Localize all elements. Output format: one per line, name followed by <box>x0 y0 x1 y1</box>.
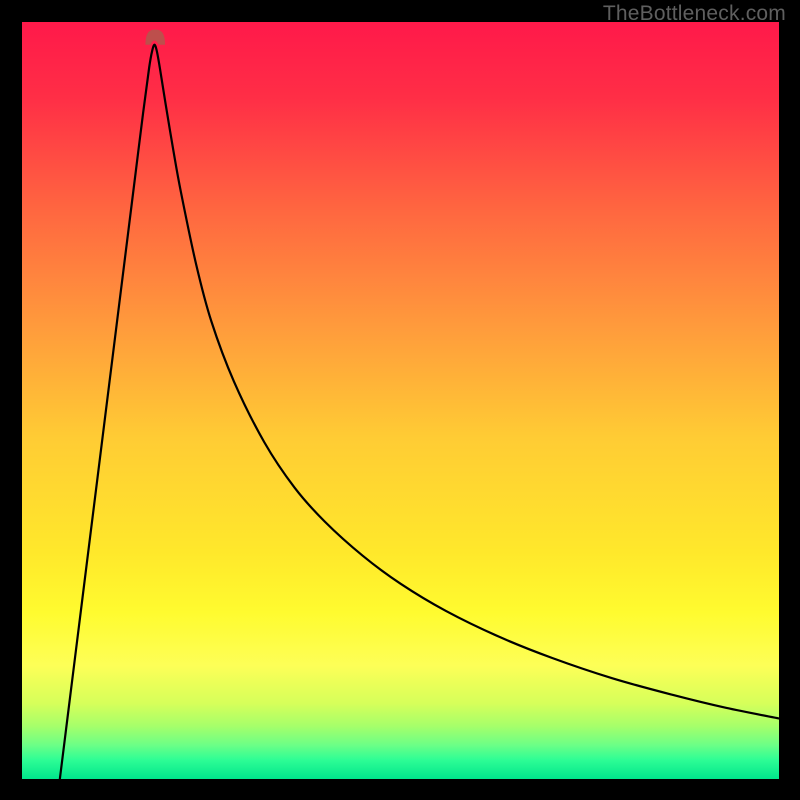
bottleneck-curve <box>60 45 779 779</box>
bottleneck-notch-marker <box>145 30 165 45</box>
chart-area <box>22 22 779 779</box>
chart-overlay <box>22 22 779 779</box>
